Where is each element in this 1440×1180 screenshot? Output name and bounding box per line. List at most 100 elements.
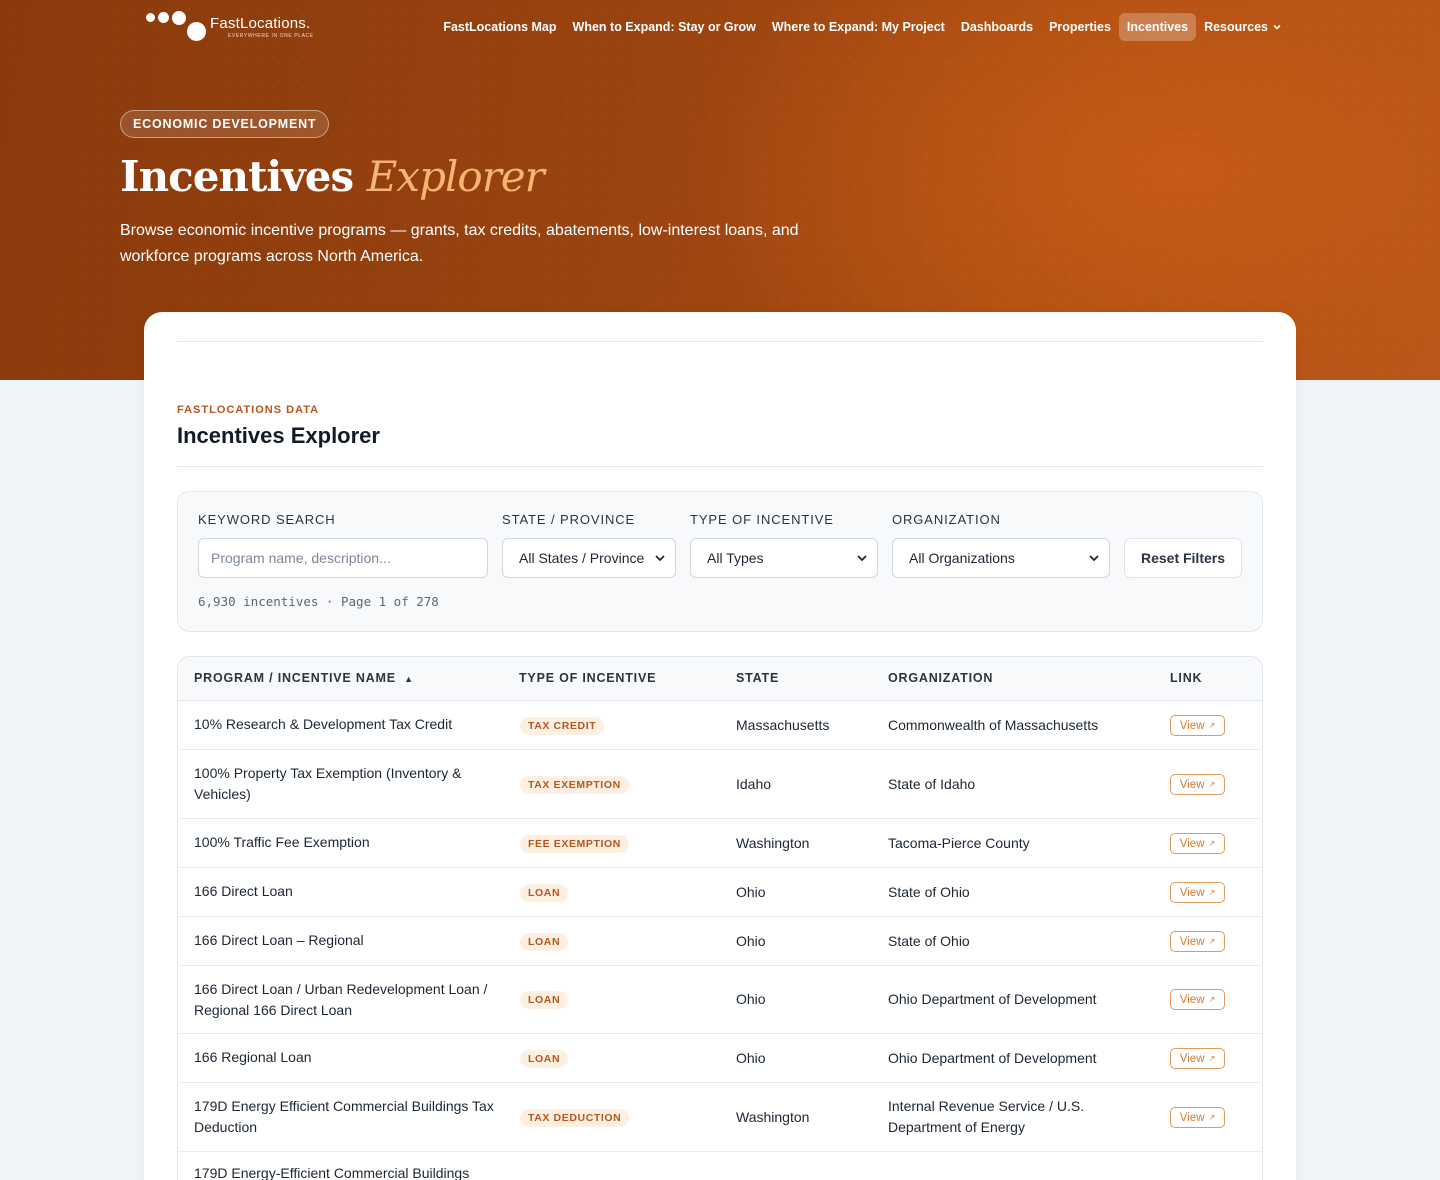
view-link[interactable]: View ↗	[1170, 1107, 1225, 1128]
page-title-accent: Explorer	[366, 152, 545, 201]
column-link: LINK	[1170, 671, 1203, 685]
table-row[interactable]: 166 Direct Loan / Urban Redevelopment Lo…	[178, 966, 1262, 1034]
page-description: Browse economic incentive programs — gra…	[120, 222, 799, 265]
chevron-down-icon	[655, 555, 665, 562]
program-name-cell: 166 Direct Loan	[194, 883, 293, 899]
program-name-cell: 100% Property Tax Exemption (Inventory &…	[194, 765, 462, 802]
external-link-icon: ↗	[1208, 937, 1216, 946]
organization-cell: Tacoma-Pierce County	[888, 835, 1030, 851]
state-cell: Idaho	[736, 776, 772, 792]
divider	[177, 341, 1263, 342]
sort-ascending-icon: ▲	[404, 674, 414, 684]
keyword-label: KEYWORD SEARCH	[198, 512, 336, 527]
table-row[interactable]: 100% Traffic Fee Exemption FEE EXEMPTION W…	[178, 819, 1262, 868]
view-link[interactable]: View ↗	[1170, 1048, 1225, 1069]
nav-when-to-expand[interactable]: When to Expand: Stay or Grow	[565, 13, 764, 41]
incentive-type-badge: TAX CREDIT	[520, 717, 605, 735]
table-header: PROGRAM / INCENTIVE NAME ▲ TYPE OF INCEN…	[178, 657, 1262, 701]
external-link-icon: ↗	[1208, 780, 1216, 789]
external-link-icon: ↗	[1208, 839, 1216, 848]
view-link[interactable]: View ↗	[1170, 774, 1225, 795]
nav-resources[interactable]: Resources	[1196, 13, 1290, 41]
incentives-table: PROGRAM / INCENTIVE NAME ▲ TYPE OF INCEN…	[177, 656, 1263, 1180]
organization-cell: State of Idaho	[888, 776, 976, 792]
state-select-value: All States / Province	[519, 550, 645, 566]
program-name-cell: 166 Direct Loan / Urban Redevelopment Lo…	[194, 981, 488, 1018]
view-link[interactable]: View ↗	[1170, 715, 1225, 736]
column-state[interactable]: STATE	[736, 671, 779, 685]
incentive-type-badge: LOAN	[520, 933, 569, 951]
program-name-cell: 166 Direct Loan – Regional	[194, 932, 364, 948]
external-link-icon: ↗	[1208, 1113, 1216, 1122]
view-link-label: View	[1179, 886, 1205, 899]
column-organization[interactable]: ORGANIZATION	[888, 671, 993, 685]
table-row[interactable]: 179D Energy Efficient Commercial Buildin…	[178, 1083, 1262, 1152]
view-link[interactable]: View ↗	[1170, 989, 1225, 1010]
type-select[interactable]: All Types	[690, 538, 878, 578]
table-row[interactable]: 10% Research & Development Tax Credit TAX…	[178, 701, 1262, 750]
program-name-cell: 100% Traffic Fee Exemption	[194, 834, 370, 850]
type-select-value: All Types	[707, 550, 764, 566]
table-row[interactable]: 179D Energy-Efficient Commercial Buildin…	[178, 1152, 1262, 1180]
brand-logo[interactable]: FastLocations. EVERYWHERE IN ONE PLACE	[146, 10, 314, 44]
page-title: Incentives Explorer	[120, 152, 545, 201]
organization-cell: Ohio Department of Development	[888, 1050, 1097, 1066]
category-badge: ECONOMIC DEVELOPMENT	[120, 110, 330, 138]
organization-cell: State of Ohio	[888, 884, 970, 900]
view-link-label: View	[1179, 1111, 1205, 1124]
section-eyebrow: FASTLOCATIONS DATA	[177, 404, 320, 416]
reset-filters-button[interactable]: Reset Filters	[1124, 538, 1242, 578]
chevron-down-icon	[1089, 555, 1099, 562]
organization-select[interactable]: All Organizations	[892, 538, 1110, 578]
program-name-cell: 179D Energy-Efficient Commercial Buildin…	[194, 1165, 470, 1180]
nav-incentives[interactable]: Incentives	[1118, 13, 1197, 41]
nav-where-to-expand[interactable]: Where to Expand: My Project	[764, 13, 953, 41]
view-link-label: View	[1179, 778, 1205, 791]
column-program-name-label: PROGRAM / INCENTIVE NAME	[194, 671, 396, 685]
table-row[interactable]: 166 Regional Loan LOAN Ohio Ohio Department…	[178, 1034, 1262, 1083]
divider	[177, 466, 1263, 467]
page-title-main: Incentives	[120, 152, 354, 201]
external-link-icon: ↗	[1208, 721, 1216, 730]
view-link-label: View	[1179, 719, 1205, 732]
state-cell: Washington	[736, 835, 810, 851]
keyword-search-input[interactable]: Program name, description...	[198, 538, 488, 578]
view-link-label: View	[1179, 1052, 1205, 1065]
type-label: TYPE OF INCENTIVE	[690, 512, 834, 527]
nav-fastlocations-map[interactable]: FastLocations Map	[435, 13, 564, 41]
incentive-type-badge: FEE EXEMPTION	[520, 835, 629, 853]
external-link-icon: ↗	[1208, 888, 1216, 897]
organization-cell: Commonwealth of Massachusetts	[888, 717, 1099, 733]
state-cell: Washington	[736, 1109, 810, 1125]
external-link-icon: ↗	[1208, 1054, 1216, 1063]
brand-tagline: EVERYWHERE IN ONE PLACE	[228, 33, 314, 39]
chevron-down-icon	[1273, 24, 1281, 30]
state-cell: Ohio	[736, 933, 766, 949]
organization-select-value: All Organizations	[909, 550, 1015, 566]
results-summary: 6,930 incentives · Page 1 of 278	[198, 594, 439, 609]
program-name-cell: 166 Regional Loan	[194, 1049, 312, 1065]
state-cell: Ohio	[736, 884, 766, 900]
nav-resources-label: Resources	[1204, 20, 1268, 34]
logo-dots-icon	[146, 10, 208, 44]
view-link[interactable]: View ↗	[1170, 882, 1225, 903]
view-link-label: View	[1179, 935, 1205, 948]
brand-name: FastLocations.	[210, 15, 311, 32]
nav-properties[interactable]: Properties	[1041, 13, 1119, 41]
table-row[interactable]: 100% Property Tax Exemption (Inventory &…	[178, 750, 1262, 819]
state-cell: Massachusetts	[736, 717, 830, 733]
column-type[interactable]: TYPE OF INCENTIVE	[519, 671, 656, 685]
column-program-name[interactable]: PROGRAM / INCENTIVE NAME ▲	[194, 671, 414, 685]
program-name-cell: 179D Energy Efficient Commercial Buildin…	[194, 1098, 494, 1135]
external-link-icon: ↗	[1208, 995, 1216, 1004]
view-link-label: View	[1179, 993, 1205, 1006]
state-select[interactable]: All States / Province	[502, 538, 676, 578]
nav-dashboards[interactable]: Dashboards	[953, 13, 1041, 41]
incentive-type-badge: LOAN	[520, 884, 569, 902]
main-nav: FastLocations Map When to Expand: Stay o…	[435, 13, 1290, 41]
view-link[interactable]: View ↗	[1170, 833, 1225, 854]
table-row[interactable]: 166 Direct Loan – Regional LOAN Ohio State …	[178, 917, 1262, 966]
table-row[interactable]: 166 Direct Loan LOAN Ohio State of Ohio View…	[178, 868, 1262, 917]
view-link[interactable]: View ↗	[1170, 931, 1225, 952]
incentive-type-badge: LOAN	[520, 1050, 569, 1068]
